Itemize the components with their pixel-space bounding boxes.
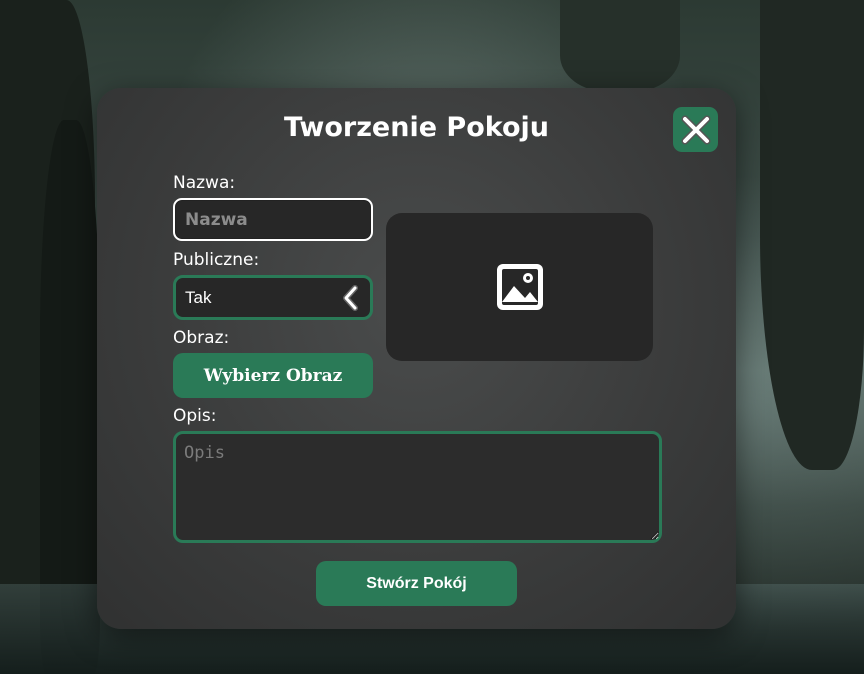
public-select-value: Tak bbox=[185, 287, 212, 307]
name-label: Nazwa: bbox=[173, 173, 236, 193]
public-label: Publiczne: bbox=[173, 250, 260, 270]
public-select[interactable]: Tak bbox=[173, 275, 373, 320]
modal-title: Tworzenie Pokoju bbox=[283, 112, 550, 143]
close-icon bbox=[681, 115, 710, 144]
description-label: Opis: bbox=[173, 406, 217, 426]
description-textarea[interactable] bbox=[173, 431, 662, 543]
create-room-button[interactable]: Stwórz Pokój bbox=[316, 561, 517, 606]
name-input[interactable] bbox=[173, 198, 373, 241]
image-label: Obraz: bbox=[173, 328, 230, 348]
close-button[interactable] bbox=[673, 107, 718, 152]
tree-top bbox=[560, 0, 680, 92]
image-icon bbox=[496, 264, 543, 310]
choose-image-button[interactable]: Wybierz Obraz bbox=[173, 353, 373, 398]
chevron-left-icon bbox=[340, 284, 362, 311]
tree-right bbox=[760, 0, 864, 470]
image-preview bbox=[386, 213, 653, 361]
create-room-modal: Tworzenie Pokoju Nazwa: Publiczne: Tak O… bbox=[97, 88, 736, 629]
